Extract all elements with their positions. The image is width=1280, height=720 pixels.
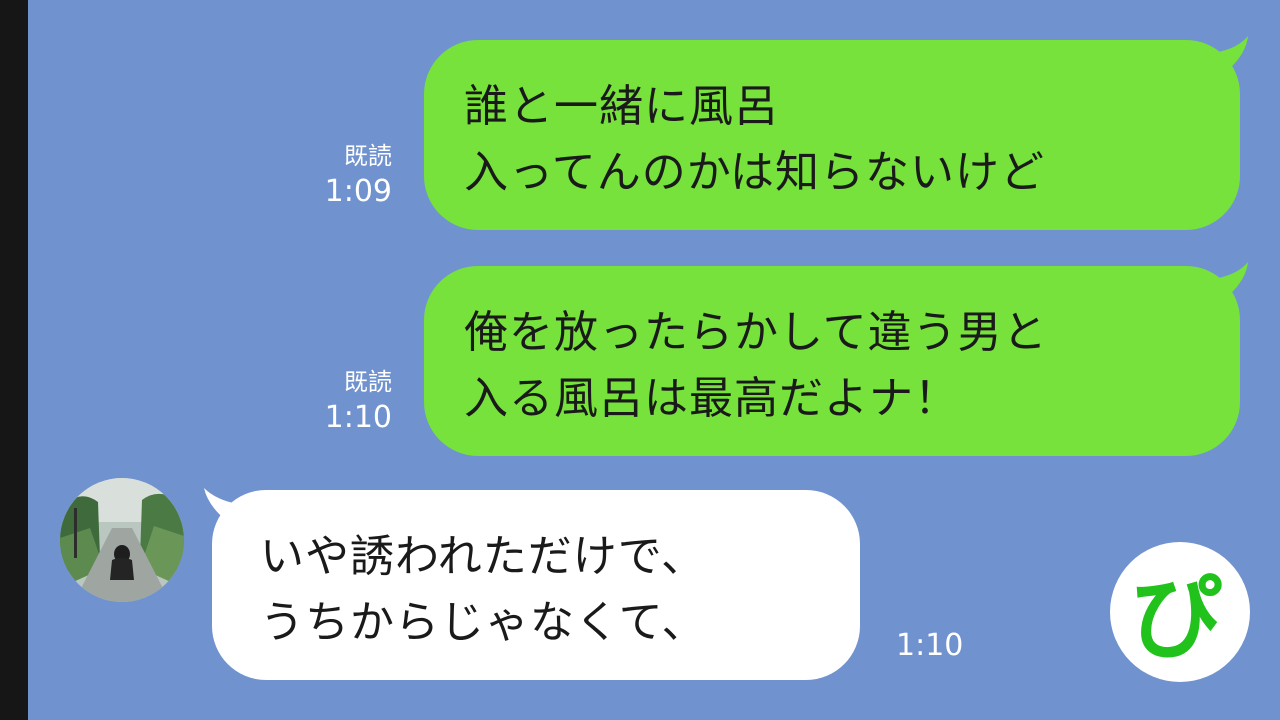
message-time: 1:10 [896,628,964,663]
message-time: 1:10 [324,400,392,435]
message-line: 入る風呂は最高だよナ！ [464,373,959,424]
message-line: うちからじゃなくて、 [260,597,707,648]
message-line: いや誘われただけで、 [260,531,707,582]
message-line: 入ってんのかは知らないけど [464,147,1046,198]
chat-bubble-sent[interactable]: 誰と一緒に風呂 入ってんのかは知らないけど [424,40,1240,230]
phone-bezel [0,0,28,720]
message-line: 俺を放ったらかして違う男と [464,307,1048,358]
pi-logo-icon: ぴ [1130,565,1222,672]
chat-bubble-received[interactable]: いや誘われただけで、 うちからじゃなくて、 [212,490,860,680]
message-time: 1:09 [324,174,392,209]
avatar[interactable] [60,478,184,602]
bubble-tail-icon [1218,262,1248,296]
read-receipt: 既読 [344,142,392,170]
avatar-photo-icon [60,478,184,602]
message-meta: 既読 1:09 [300,140,392,212]
chat-bubble-sent[interactable]: 俺を放ったらかして違う男と 入る風呂は最高だよナ！ [424,266,1240,456]
badge-glyph: ぴ [1130,565,1222,672]
message-meta: 既読 1:10 [300,366,392,438]
message-line: 誰と一緒に風呂 [464,81,779,132]
read-receipt: 既読 [344,368,392,396]
channel-logo: ぴ [1110,542,1250,682]
bubble-tail-icon [1218,36,1248,70]
